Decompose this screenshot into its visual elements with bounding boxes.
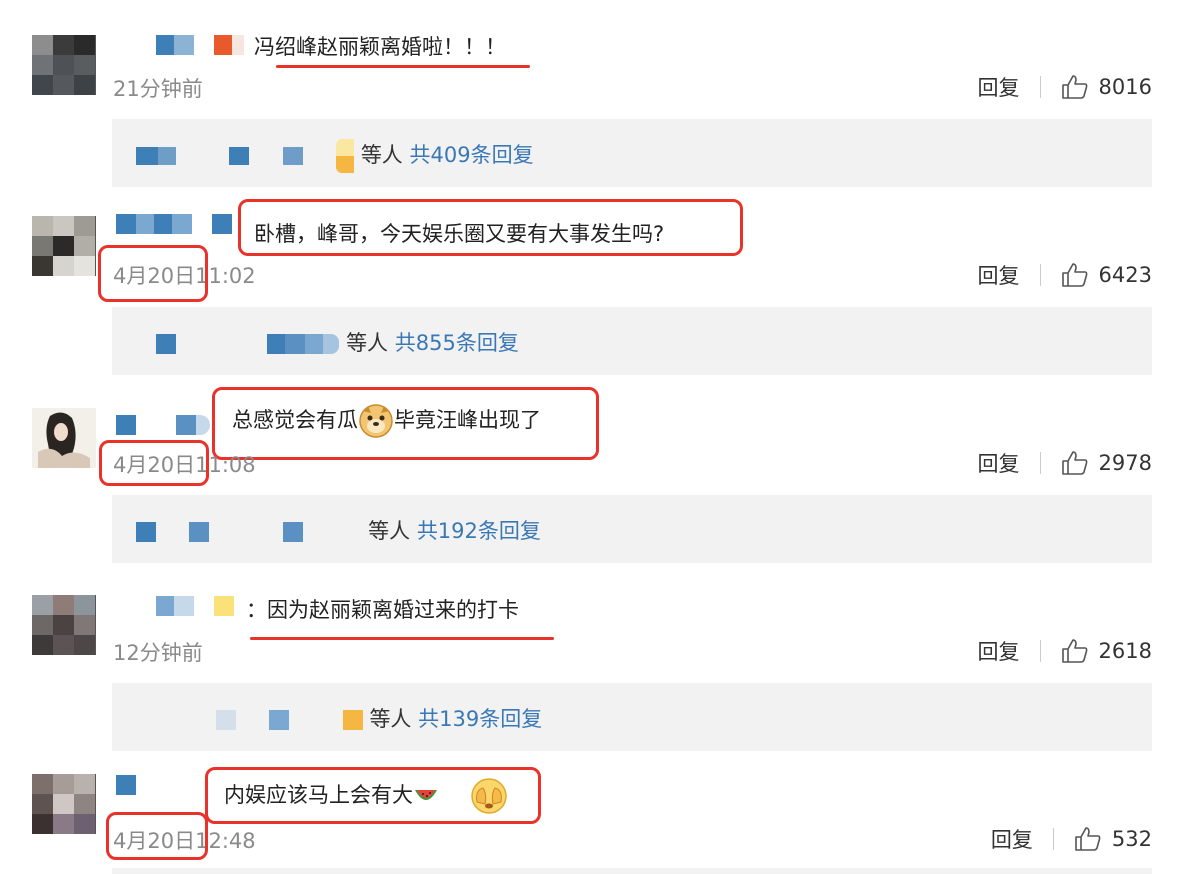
comment-actions: 回复 6423	[978, 260, 1152, 290]
view-replies-link[interactable]: 共139条回复	[418, 707, 542, 731]
avatar[interactable]	[32, 408, 96, 468]
like-count: 532	[1111, 827, 1152, 851]
avatar[interactable]	[32, 35, 96, 95]
highlight-underline	[250, 637, 554, 640]
view-replies-link[interactable]: 共192条回复	[417, 519, 541, 543]
view-replies-link[interactable]: 共855条回复	[395, 331, 519, 355]
highlight-underline	[276, 65, 530, 68]
timestamp: 12分钟前	[113, 641, 203, 665]
like-count: 6423	[1098, 263, 1152, 287]
highlight-box	[98, 245, 208, 302]
reply-users-suffix: 等人	[368, 519, 411, 543]
username[interactable]	[116, 775, 136, 795]
reply-thread[interactable]: 等人 共409条回复	[112, 119, 1152, 187]
thumbs-up-icon[interactable]	[1061, 262, 1089, 288]
reply-users-suffix: 等人	[360, 143, 403, 167]
username[interactable]	[116, 415, 210, 435]
like-count: 2978	[1098, 451, 1152, 475]
thumbs-up-icon[interactable]	[1061, 450, 1089, 476]
like-count: 2618	[1098, 639, 1152, 663]
highlight-box	[99, 440, 209, 486]
reply-button[interactable]: 回复	[991, 824, 1033, 854]
comment-actions: 回复 2618	[978, 636, 1152, 666]
avatar[interactable]	[32, 595, 96, 655]
comment-actions: 回复 8016	[978, 72, 1152, 102]
reply-users-suffix: 等人	[369, 707, 412, 731]
highlight-box	[205, 767, 541, 824]
comment-text: 冯绍峰赵丽颖离婚啦！！！	[254, 35, 506, 59]
reply-thread[interactable]: 等人 共192条回复	[112, 495, 1152, 563]
comment-text: ：因为赵丽颖离婚过来的打卡	[246, 598, 519, 622]
thumbs-up-icon[interactable]	[1074, 826, 1102, 852]
next-reply-thread-edge	[112, 868, 1152, 874]
reply-button[interactable]: 回复	[978, 448, 1020, 478]
avatar-illustration	[38, 412, 90, 468]
reply-users-suffix: 等人	[346, 331, 389, 355]
highlight-box	[106, 812, 208, 860]
highlight-box	[212, 387, 599, 460]
avatar[interactable]	[32, 774, 96, 834]
highlight-box	[238, 199, 743, 256]
thumbs-up-icon[interactable]	[1061, 74, 1089, 100]
reply-button[interactable]: 回复	[978, 636, 1020, 666]
username[interactable]	[116, 214, 232, 234]
avatar[interactable]	[32, 216, 96, 276]
view-replies-link[interactable]: 共409条回复	[410, 143, 534, 167]
reply-button[interactable]: 回复	[978, 260, 1020, 290]
comment-actions: 回复 532	[991, 824, 1152, 854]
reply-button[interactable]: 回复	[978, 72, 1020, 102]
reply-thread[interactable]: 等人 共139条回复	[112, 683, 1152, 751]
reply-thread[interactable]: 等人 共855条回复	[112, 307, 1152, 375]
username[interactable]	[156, 35, 244, 55]
comment-actions: 回复 2978	[978, 448, 1152, 478]
username[interactable]	[156, 596, 234, 616]
timestamp: 21分钟前	[113, 77, 203, 101]
thumbs-up-icon[interactable]	[1061, 638, 1089, 664]
like-count: 8016	[1098, 75, 1152, 99]
